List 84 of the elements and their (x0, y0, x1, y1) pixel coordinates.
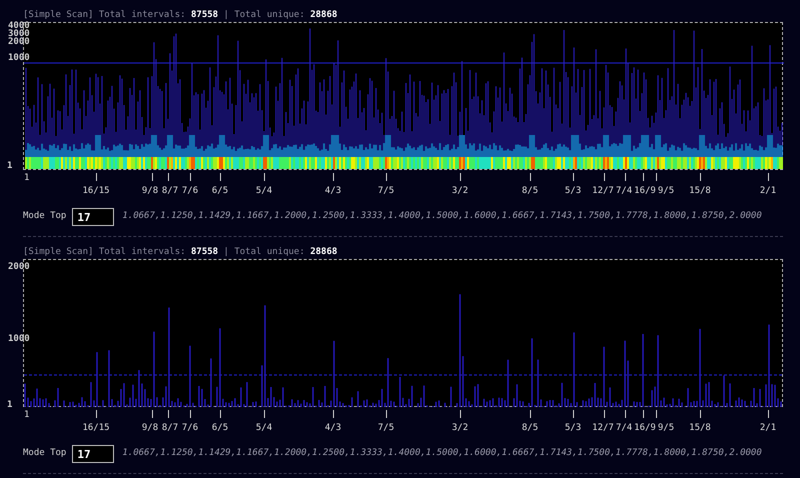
x-axis-label: 15/8 (689, 422, 711, 434)
mode-values: 1.0667,1.1250,1.1429,1.1667,1.2000,1.2500,1.3333,1.4000,1.5000,1.6000,1.6667,1.7143,1.7500,1.7778,1.8000,1.8750,2.0000 (122, 447, 762, 460)
tick-mark (700, 410, 701, 418)
y-axis-label: 1 (7, 162, 12, 171)
y-axis-label: 2000 (8, 263, 30, 272)
tick-mark (333, 410, 334, 418)
tick-mark (264, 410, 265, 418)
tick-mark (530, 410, 531, 418)
x-axis-label: 9/5 (658, 422, 674, 434)
tick-mark (220, 410, 221, 418)
x-axis-label: 16/9 (634, 422, 656, 434)
tick-mark (604, 410, 605, 418)
y-axis-label: 2000 (8, 38, 30, 47)
mode-top-label: Mode Top (23, 210, 66, 224)
tick-mark (333, 173, 334, 181)
x-axis-label: 7/5 (378, 422, 394, 434)
x-axis-label: 8/7 (162, 422, 178, 434)
tick-mark (604, 173, 605, 181)
x-axis-label: 3/2 (452, 185, 468, 197)
y-axis-label: 1 (7, 401, 12, 410)
tick-mark (168, 173, 169, 181)
tick-mark (96, 410, 97, 418)
tick-mark (656, 410, 657, 418)
x-axis-label: 6/5 (212, 422, 228, 434)
x-axis-label: 2/1 (760, 185, 776, 197)
mode-values: 1.0667,1.1250,1.1429,1.1667,1.2000,1.2500,1.3333,1.4000,1.5000,1.6000,1.6667,1.7143,1.7500,1.7778,1.8000,1.8750,2.0000 (122, 210, 762, 224)
tick-mark (152, 410, 153, 418)
tick-mark (460, 173, 461, 181)
x-axis-label: 5/3 (564, 185, 582, 197)
x-axis-label: 1 (24, 172, 30, 184)
x-axis-label: 7/4 (616, 185, 632, 197)
x-axis-label: 5/4 (256, 185, 272, 197)
tick-mark (625, 173, 626, 181)
tick-mark (768, 410, 769, 418)
x-axis-label: 16/9 (634, 185, 656, 197)
tick-mark (460, 410, 461, 418)
x-axis-label: 6/5 (212, 185, 228, 197)
tick-mark (386, 410, 387, 418)
x-axis-label: 8/7 (162, 185, 178, 197)
y-axis-label: 1000 (8, 54, 30, 63)
mode-top-input[interactable]: 17 (72, 208, 114, 226)
x-axis-label: 7/4 (616, 422, 632, 434)
x-axis-label: 16/15 (82, 185, 110, 197)
tick-mark (530, 173, 531, 181)
tick-mark (264, 173, 265, 181)
mode-top-input[interactable]: 17 (72, 445, 114, 463)
x-axis-label: 8/5 (522, 422, 538, 434)
x-axis-label: 4/3 (324, 422, 342, 434)
x-axis-label: 15/8 (689, 185, 711, 197)
mode-top-label: Mode Top (23, 447, 66, 460)
x-axis-label: 7/6 (182, 185, 198, 197)
y-axis-label: 1000 (8, 335, 30, 344)
tick-mark (152, 173, 153, 181)
x-axis-label: 3/2 (452, 422, 468, 434)
x-axis-label: 7/6 (182, 422, 198, 434)
tick-mark (386, 173, 387, 181)
tick-mark (643, 173, 644, 181)
tick-mark (768, 173, 769, 181)
x-axis-label: 16/15 (82, 422, 110, 434)
scan-summary: [Simple Scan] Total intervals: 87558 | Total unique: 28868 (23, 10, 338, 20)
tick-mark (643, 410, 644, 418)
x-axis-label: 7/5 (378, 185, 394, 197)
tick-mark (96, 173, 97, 181)
scan-summary: [Simple Scan] Total intervals: 87558 | Total unique: 28868 (23, 247, 338, 257)
tick-mark (190, 410, 191, 418)
x-axis-label: 4/3 (324, 185, 342, 197)
tick-mark (190, 173, 191, 181)
tick-mark (625, 410, 626, 418)
tick-mark (168, 410, 169, 418)
x-axis-label: 5/3 (564, 422, 582, 434)
tick-mark (656, 173, 657, 181)
tick-mark (573, 410, 574, 418)
x-axis-label: 5/4 (256, 422, 272, 434)
tick-mark (573, 173, 574, 181)
x-axis-label: 8/5 (522, 185, 538, 197)
x-axis-label: 9/8 (142, 422, 158, 434)
x-axis-label: 12/7 (592, 422, 614, 434)
x-axis-label: 9/8 (142, 185, 158, 197)
x-axis-label: 9/5 (658, 185, 674, 197)
tick-mark (220, 173, 221, 181)
tick-mark (700, 173, 701, 181)
x-axis-label: 12/7 (592, 185, 614, 197)
x-axis-label: 1 (24, 409, 30, 421)
x-axis-label: 2/1 (760, 422, 776, 434)
